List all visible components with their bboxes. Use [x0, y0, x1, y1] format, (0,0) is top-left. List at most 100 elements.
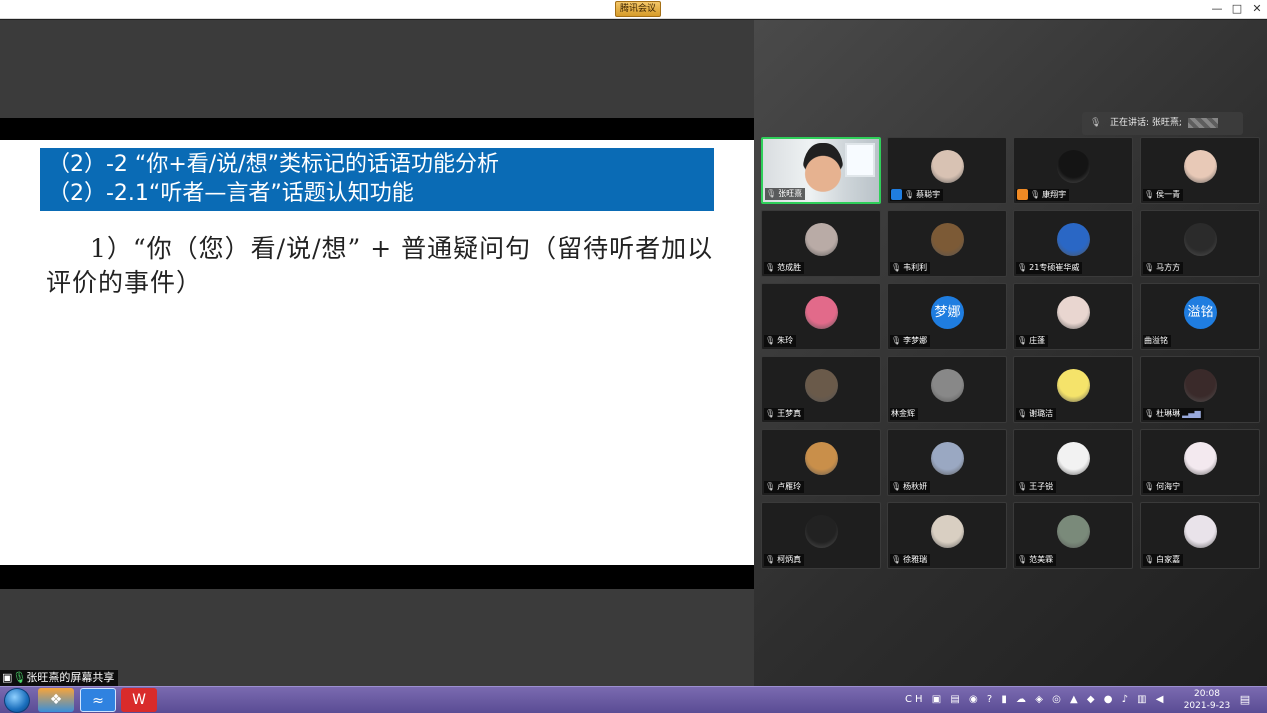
- maximize-icon[interactable]: □: [1227, 1, 1247, 17]
- participant-tile[interactable]: 🎙 杜琳琳 ▂▄▆: [1140, 356, 1260, 423]
- avatar: [1057, 296, 1090, 329]
- mic-muted-icon: 🎙: [1017, 263, 1028, 272]
- participant-name: 范成胜: [777, 263, 802, 272]
- participant-tile[interactable]: 🎙 白家嘉: [1140, 502, 1260, 569]
- participant-tile[interactable]: 🎙 柯炳真: [761, 502, 881, 569]
- screen-share-label-text: 张旺熹的屏幕共享: [26, 671, 115, 684]
- participant-name-tag: 🎙 范成胜: [764, 262, 805, 274]
- avatar: [805, 515, 838, 548]
- start-button[interactable]: [4, 688, 30, 713]
- participant-tile[interactable]: 溢铭 曲溢铭: [1140, 283, 1260, 350]
- participant-name: 王子锐: [1029, 482, 1054, 491]
- participant-name: 张旺熹: [778, 189, 803, 198]
- avatar: [805, 369, 838, 402]
- mic-muted-icon: 🎙: [891, 482, 902, 491]
- system-tray[interactable]: CH ▣ ▤ ◉ ? ▮ ☁ ◈ ◎ ▲ ◆ ● ♪ ▥ ◀: [905, 691, 1167, 709]
- window-title: 腾讯会议: [615, 1, 662, 17]
- participant-tile[interactable]: 梦娜 🎙 李梦娜: [887, 283, 1007, 350]
- slide-header-line1: （2）-2 “你+看/说/想”类标记的话语功能分析: [48, 152, 499, 177]
- participant-tile[interactable]: 🎙 21专硕崔华威: [1013, 210, 1133, 277]
- presentation-slide: （2）-2 “你+看/说/想”类标记的话语功能分析 （2）-2.1“听者—言者”…: [0, 140, 754, 565]
- participant-name-tag: 🎙 柯炳真: [764, 554, 805, 566]
- participant-name-tag: 🎙 王子锐: [1016, 481, 1057, 493]
- avatar: [1057, 150, 1090, 183]
- participant-tile[interactable]: 🎙 王子锐: [1013, 429, 1133, 496]
- participant-tile[interactable]: 🎙 卢雁玲: [761, 429, 881, 496]
- taskbar-app-icon[interactable]: ❖: [38, 688, 74, 712]
- avatar: [931, 515, 964, 548]
- participant-name-tag: 🎙 徐雅瑞: [890, 554, 931, 566]
- participant-name-tag: 🎙 白家嘉: [1143, 554, 1184, 566]
- mic-muted-icon: 🎙: [1017, 336, 1028, 345]
- avatar: [1184, 442, 1217, 475]
- participant-name: 林金辉: [891, 409, 915, 418]
- avatar: 梦娜: [931, 296, 964, 329]
- slide-body-text: 1）“你（您）看/说/想” + 普通疑问句（留待听者加以评价的事件）: [46, 234, 714, 297]
- participant-tile[interactable]: 🎙 徐雅瑞: [887, 502, 1007, 569]
- wps-app-icon[interactable]: W: [121, 688, 157, 712]
- meeting-app-icon[interactable]: ≈: [80, 688, 116, 712]
- participant-tile[interactable]: 🎙 范成胜: [761, 210, 881, 277]
- avatar: [1184, 369, 1217, 402]
- participant-tile[interactable]: 🎙 马方方: [1140, 210, 1260, 277]
- participant-tile[interactable]: 林金辉: [887, 356, 1007, 423]
- participant-tile[interactable]: 🎙 王梦真: [761, 356, 881, 423]
- screen-share-label: ▣🎙张旺熹的屏幕共享: [0, 670, 119, 686]
- participant-tile[interactable]: 🎙 韦利利: [887, 210, 1007, 277]
- avatar: [1057, 442, 1090, 475]
- mic-muted-icon: 🎙: [1144, 409, 1155, 418]
- user-icon: [891, 189, 902, 200]
- blurred-names: [1187, 117, 1218, 128]
- mic-muted-icon: 🎙: [891, 263, 902, 272]
- participant-name-tag: 🎙 卢雁玲: [764, 481, 805, 493]
- participant-tile[interactable]: 🎙 侯一青: [1140, 137, 1260, 204]
- clock-time: 20:08: [1194, 689, 1220, 699]
- participant-name-tag: 🎙 王梦真: [764, 408, 805, 420]
- participant-name: 谢璐洁: [1029, 409, 1054, 418]
- letterbox-bottom: [0, 565, 754, 589]
- mic-muted-icon: 🎙: [1030, 190, 1041, 199]
- avatar: [1057, 515, 1090, 548]
- avatar: [805, 442, 838, 475]
- participant-name: 王梦真: [777, 409, 802, 418]
- avatar: [1184, 150, 1217, 183]
- screen-share-icon: ▣: [2, 671, 13, 684]
- participant-tile[interactable]: 🎙 庄蓬: [1013, 283, 1133, 350]
- participant-name-tag: 🎙 康翔宇: [1016, 189, 1070, 201]
- input-language[interactable]: CH: [905, 694, 926, 705]
- participant-tile[interactable]: 🎙 蔡聪宇: [887, 137, 1007, 204]
- participant-name: 杨秋妍: [903, 482, 928, 491]
- slide-header: （2）-2 “你+看/说/想”类标记的话语功能分析 （2）-2.1“听者—言者”…: [40, 148, 714, 211]
- participant-tile[interactable]: 🎙 何海宁: [1140, 429, 1260, 496]
- participant-tile[interactable]: 🎙 杨秋妍: [887, 429, 1007, 496]
- mic-muted-icon: 🎙: [766, 189, 777, 198]
- clock[interactable]: 20:08 2021-9-23: [1180, 688, 1234, 712]
- participant-name: 庄蓬: [1029, 336, 1046, 345]
- participant-name: 曲溢铭: [1144, 336, 1168, 345]
- participant-tile[interactable]: 🎙 朱玲: [761, 283, 881, 350]
- mic-muted-icon: 🎙: [765, 263, 776, 272]
- participant-name-tag: 🎙 21专硕崔华威: [1016, 262, 1083, 274]
- avatar: [931, 442, 964, 475]
- participant-tile[interactable]: 🎙 张旺熹: [761, 137, 881, 204]
- user-icon: [1017, 189, 1028, 200]
- mic-muted-icon: 🎙: [1017, 555, 1028, 564]
- mic-muted-icon: 🎙: [891, 555, 902, 564]
- participant-tile[interactable]: 🎙 康翔宇: [1013, 137, 1133, 204]
- speaking-indicator: 🎙 正在讲话: 张旺熹;: [1082, 112, 1243, 135]
- mic-muted-icon: 🎙: [765, 482, 776, 491]
- participant-name-tag: 🎙 何海宁: [1143, 481, 1184, 493]
- participant-name-tag: 🎙 李梦娜: [890, 335, 931, 347]
- participant-name-tag: 🎙 庄蓬: [1016, 335, 1049, 347]
- signal-icon: ▂▄▆: [1182, 409, 1201, 418]
- avatar: [805, 296, 838, 329]
- minimize-icon[interactable]: —: [1207, 1, 1227, 17]
- close-icon[interactable]: ✕: [1247, 1, 1267, 17]
- participant-name: 徐雅瑞: [903, 555, 928, 564]
- notification-icon[interactable]: ▤: [1238, 691, 1252, 709]
- taskbar: ❖ ≈ W CH ▣ ▤ ◉ ? ▮ ☁ ◈ ◎ ▲ ◆ ● ♪ ▥ ◀ 20:…: [0, 686, 1267, 713]
- video-background: [845, 143, 875, 177]
- participant-tile[interactable]: 🎙 谢璐洁: [1013, 356, 1133, 423]
- participant-tile[interactable]: 🎙 范美霖: [1013, 502, 1133, 569]
- mic-muted-icon: 🎙: [1144, 482, 1155, 491]
